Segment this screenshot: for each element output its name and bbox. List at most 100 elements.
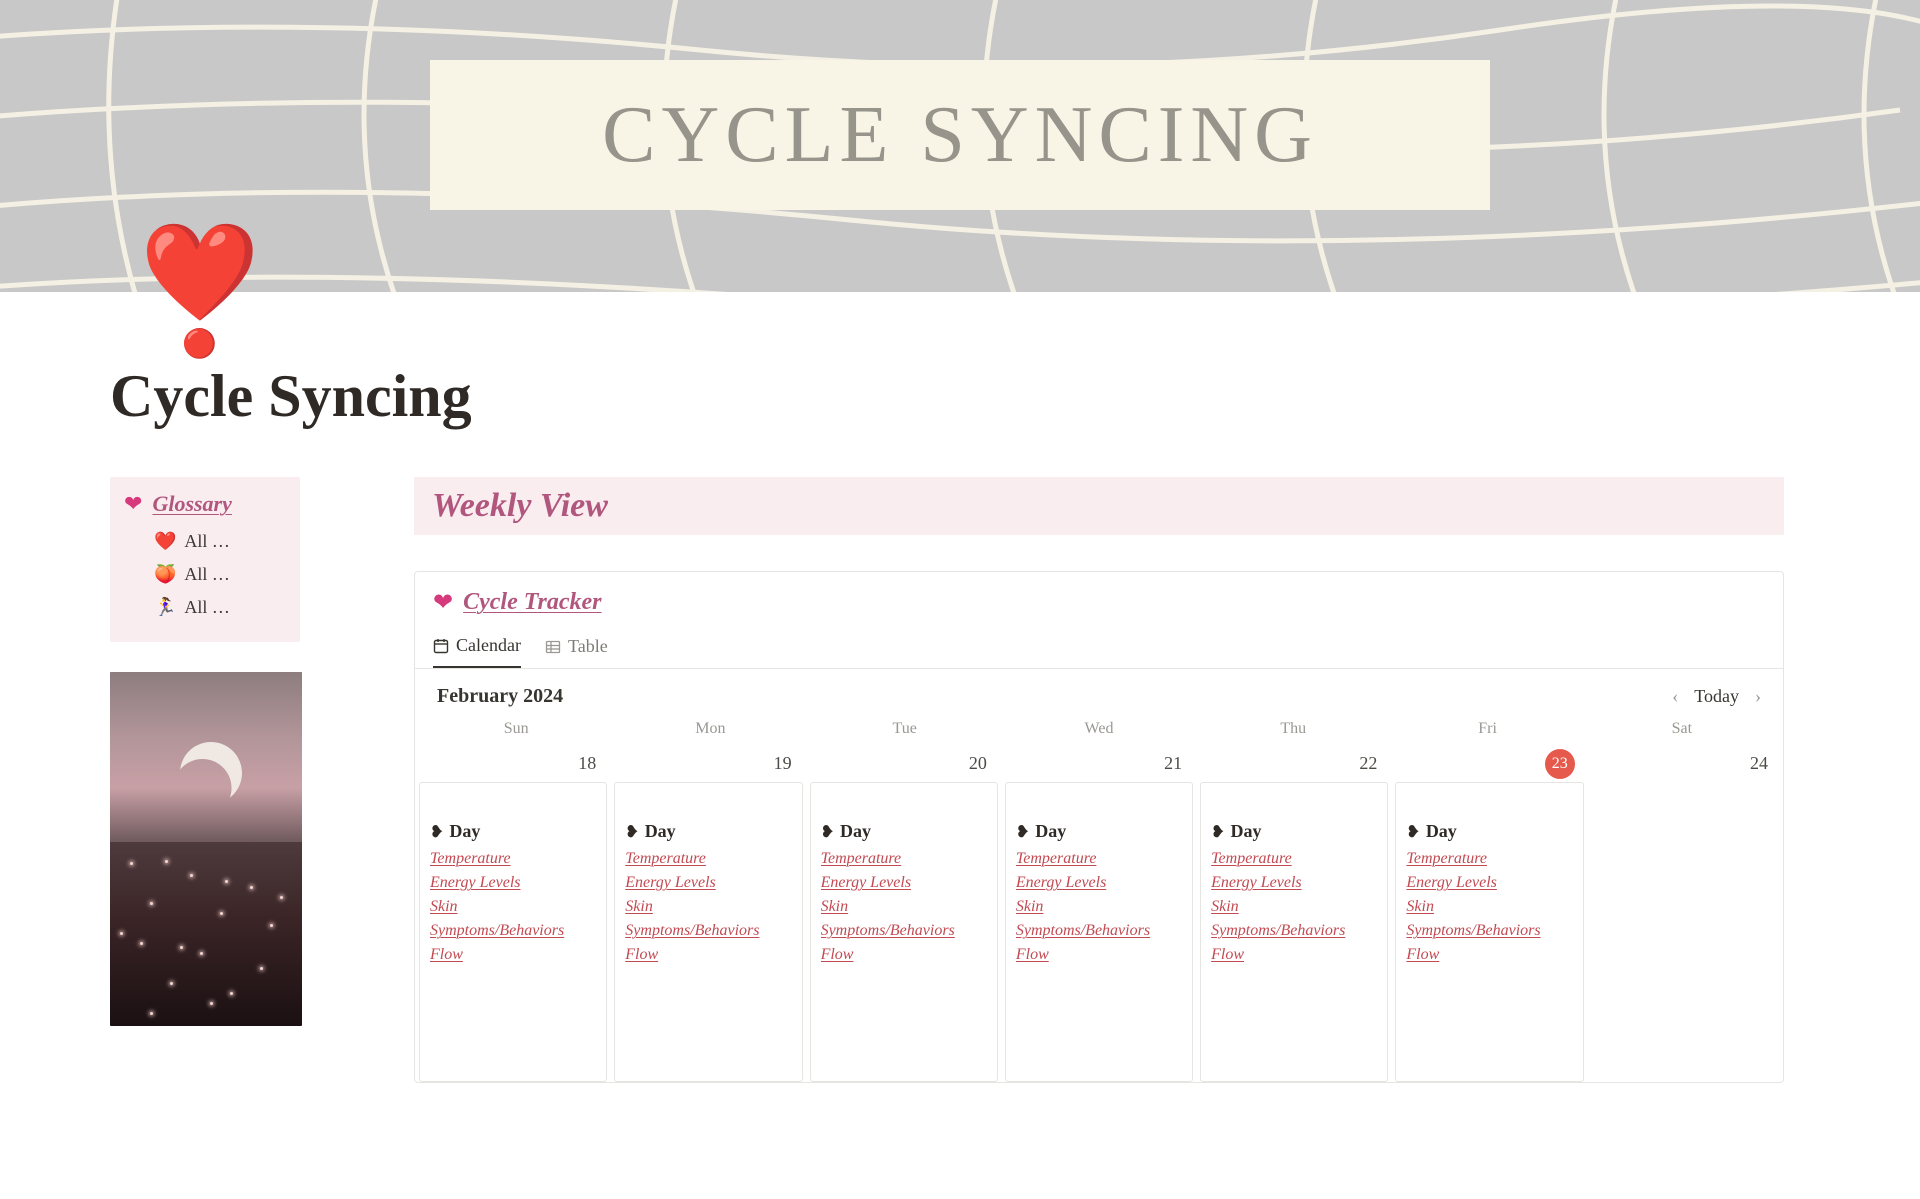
day-card-fields: Temperature Energy Levels Skin Symptoms/Beh…	[1406, 850, 1572, 964]
day-field-link[interactable]: Symptoms/Behaviors	[1211, 922, 1377, 940]
day-field-link[interactable]: Temperature	[821, 850, 987, 868]
day-field-link[interactable]: Flow	[1406, 946, 1572, 964]
calendar-day-cell[interactable]: 18❥DayTemperatureEnergy LevelsSkinSympto…	[419, 782, 607, 1082]
cover-image: CYCLE SYNCING	[0, 0, 1920, 292]
day-field-link[interactable]: Flow	[821, 946, 987, 964]
day-card-title[interactable]: ❥Day	[430, 821, 596, 842]
page-icon[interactable]: ❤️ 🔴	[140, 225, 260, 359]
heart-icon: ❤️	[140, 225, 260, 321]
calendar-day-cell[interactable]: 21❥DayTemperatureEnergy LevelsSkinSympto…	[1005, 782, 1193, 1082]
heart-icon: ❥	[625, 822, 638, 842]
heart-icon: ❥	[1406, 822, 1419, 842]
day-of-week-header: Sun Mon Tue Wed Thu Fri Sat	[415, 720, 1783, 744]
day-field-link[interactable]: Symptoms/Behaviors	[430, 922, 596, 940]
calendar-icon	[433, 638, 449, 654]
today-button[interactable]: Today	[1694, 686, 1739, 707]
decorative-image	[110, 672, 302, 1026]
cover-title: CYCLE SYNCING	[430, 60, 1490, 210]
calendar-day-cell[interactable]: 24	[1591, 782, 1779, 1082]
day-field-link[interactable]: Skin	[1016, 898, 1182, 916]
cycle-tracker-link[interactable]: Cycle Tracker	[463, 589, 601, 616]
dow-label: Wed	[1002, 720, 1196, 738]
tab-calendar[interactable]: Calendar	[433, 635, 521, 668]
sidebar-item-label: All …	[184, 531, 230, 552]
date-number: 24	[1750, 753, 1768, 774]
day-field-link[interactable]: Flow	[1211, 946, 1377, 964]
day-card-fields: Temperature Energy Levels Skin Symptoms/Beh…	[1016, 850, 1182, 964]
day-field-link[interactable]: Symptoms/Behaviors	[1406, 922, 1572, 940]
table-icon	[545, 639, 561, 655]
day-card-title[interactable]: ❥Day	[821, 821, 987, 842]
day-field-link[interactable]: Skin	[430, 898, 596, 916]
day-field-link[interactable]: Temperature	[1016, 850, 1182, 868]
day-field-link[interactable]: Energy Levels	[625, 874, 791, 892]
calendar-day-cell[interactable]: 22❥DayTemperatureEnergy LevelsSkinSympto…	[1200, 782, 1388, 1082]
day-field-link[interactable]: Flow	[625, 946, 791, 964]
day-field-link[interactable]: Skin	[1406, 898, 1572, 916]
heart-icon: ❥	[821, 822, 834, 842]
day-card-fields: Temperature Energy Levels Skin Symptoms/Beh…	[625, 850, 791, 964]
emoji-icon: ❤️	[154, 531, 176, 552]
day-field-link[interactable]: Temperature	[625, 850, 791, 868]
date-number: 18	[578, 753, 596, 774]
dow-label: Sun	[419, 720, 613, 738]
day-field-link[interactable]: Symptoms/Behaviors	[821, 922, 987, 940]
day-field-link[interactable]: Energy Levels	[1211, 874, 1377, 892]
day-field-link[interactable]: Skin	[821, 898, 987, 916]
day-field-link[interactable]: Energy Levels	[821, 874, 987, 892]
dow-label: Tue	[808, 720, 1002, 738]
day-card-title[interactable]: ❥Day	[1211, 821, 1377, 842]
day-field-link[interactable]: Symptoms/Behaviors	[1016, 922, 1182, 940]
heart-icon: ❥	[430, 822, 443, 842]
calendar-day-cell[interactable]: 20❥DayTemperatureEnergy LevelsSkinSympto…	[810, 782, 998, 1082]
heart-icon: ❤	[124, 491, 142, 517]
day-field-link[interactable]: Skin	[625, 898, 791, 916]
glossary-callout: ❤ Glossary ❤️ All … 🍑 All … 🏃‍♀️ All …	[110, 477, 300, 642]
day-card-fields: Temperature Energy Levels Skin Symptoms/Beh…	[430, 850, 596, 964]
view-tabs: Calendar Table	[415, 617, 1783, 669]
day-field-link[interactable]: Temperature	[430, 850, 596, 868]
next-week-button[interactable]: ›	[1755, 686, 1761, 707]
tab-label: Table	[568, 636, 608, 657]
calendar-day-cell[interactable]: 19❥DayTemperatureEnergy LevelsSkinSympto…	[614, 782, 802, 1082]
dow-label: Sat	[1585, 720, 1779, 738]
day-card-title[interactable]: ❥Day	[625, 821, 791, 842]
day-field-link[interactable]: Energy Levels	[430, 874, 596, 892]
day-card-fields: Temperature Energy Levels Skin Symptoms/Beh…	[1211, 850, 1377, 964]
dow-label: Fri	[1390, 720, 1584, 738]
emoji-icon: 🍑	[154, 564, 176, 585]
cycle-tracker-block: ❤ Cycle Tracker Calendar Table February …	[414, 571, 1784, 1083]
main-content: Weekly View ❤ Cycle Tracker Calendar Tab…	[414, 477, 1784, 1083]
page-title: Cycle Syncing	[110, 362, 1920, 431]
day-card-title[interactable]: ❥Day	[1406, 821, 1572, 842]
heart-icon: ❥	[1016, 822, 1029, 842]
sidebar-item[interactable]: 🍑 All …	[154, 558, 286, 591]
day-field-link[interactable]: Energy Levels	[1016, 874, 1182, 892]
dow-label: Mon	[613, 720, 807, 738]
day-card-title[interactable]: ❥Day	[1016, 821, 1182, 842]
day-field-link[interactable]: Energy Levels	[1406, 874, 1572, 892]
sidebar-item[interactable]: ❤️ All …	[154, 525, 286, 558]
day-field-link[interactable]: Flow	[1016, 946, 1182, 964]
day-field-link[interactable]: Skin	[1211, 898, 1377, 916]
week-row: 18❥DayTemperatureEnergy LevelsSkinSympto…	[415, 782, 1783, 1082]
calendar-day-cell[interactable]: 23❥DayTemperatureEnergy LevelsSkinSympto…	[1395, 782, 1583, 1082]
sidebar-item[interactable]: 🏃‍♀️ All …	[154, 591, 286, 624]
day-field-link[interactable]: Flow	[430, 946, 596, 964]
moon-icon	[180, 742, 242, 804]
day-field-link[interactable]: Symptoms/Behaviors	[625, 922, 791, 940]
prev-week-button[interactable]: ‹	[1672, 686, 1678, 707]
glossary-link[interactable]: Glossary	[152, 491, 231, 517]
weekly-view-heading: Weekly View	[414, 477, 1784, 535]
calendar-month[interactable]: February 2024	[437, 685, 563, 708]
day-field-link[interactable]: Temperature	[1406, 850, 1572, 868]
tab-table[interactable]: Table	[545, 635, 608, 668]
heart-icon: ❥	[1211, 822, 1224, 842]
sidebar-item-label: All …	[184, 564, 230, 585]
red-dot-icon: 🔴	[182, 331, 217, 359]
emoji-icon: 🏃‍♀️	[154, 597, 176, 618]
cover-title-text: CYCLE SYNCING	[602, 90, 1318, 181]
heart-icon: ❤	[433, 588, 453, 617]
day-field-link[interactable]: Temperature	[1211, 850, 1377, 868]
date-number: 19	[774, 753, 792, 774]
